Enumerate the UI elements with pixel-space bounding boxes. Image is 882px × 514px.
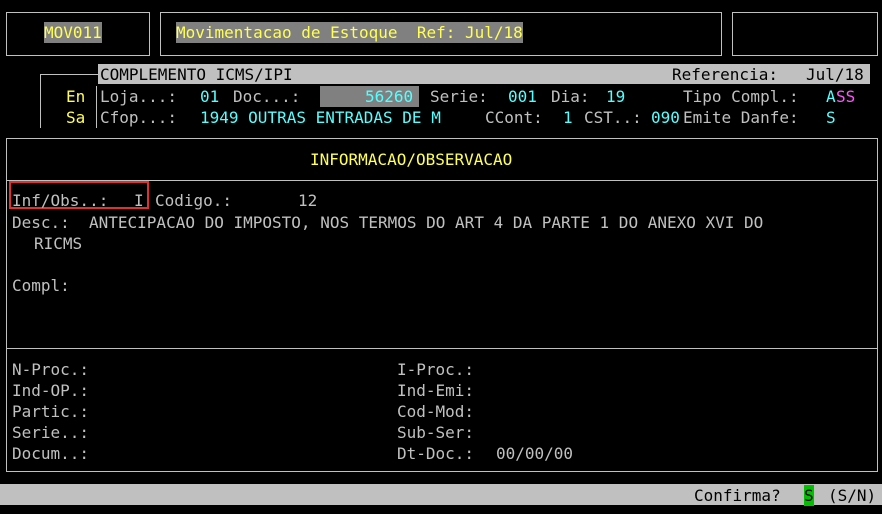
cfop-label: Cfop...: — [100, 108, 178, 127]
process-divider — [6, 348, 878, 349]
partic-label: Partic.: — [12, 402, 90, 421]
loja-label: Loja...: — [100, 87, 178, 106]
doc-value: 56260 — [365, 87, 414, 106]
infobs-label: Inf/Obs..: — [12, 191, 109, 210]
dtdoc-label: Dt-Doc.: — [397, 444, 475, 463]
dtdoc-field[interactable]: 00/00/00 — [496, 443, 573, 464]
header-empty-box — [732, 12, 878, 56]
indop-label: Ind-OP.: — [12, 381, 90, 400]
desc-line-2[interactable]: RICMS — [34, 233, 82, 254]
iproc-label: I-Proc.: — [397, 360, 475, 379]
confirm-options: (S/N) — [828, 486, 877, 505]
complement-title: COMPLEMENTO ICMS/IPI — [100, 65, 293, 84]
serie-label: Serie: — [430, 87, 488, 106]
codigo-field[interactable]: 12 — [298, 190, 317, 211]
ccont-field[interactable]: 1 — [563, 107, 573, 128]
doc-label: Doc...: — [233, 87, 301, 106]
ccont-label: CCont: — [485, 108, 543, 127]
sidebar-divider — [96, 86, 97, 128]
serie-proc-label: Serie..: — [12, 423, 90, 442]
confirm-field[interactable]: S — [804, 485, 814, 506]
loja-field[interactable]: 01 — [200, 86, 219, 107]
exit-option[interactable]: Sa — [66, 107, 85, 128]
desc-line-1[interactable]: ANTECIPACAO DO IMPOSTO, NOS TERMOS DO AR… — [89, 212, 763, 233]
cfop-field[interactable]: 1949 OUTRAS ENTRADAS DE M — [200, 107, 441, 128]
info-panel-title: INFORMACAO/OBSERVACAO — [310, 150, 513, 169]
tipo-compl-field-a[interactable]: A — [826, 86, 836, 107]
dia-field[interactable]: 19 — [606, 86, 625, 107]
nproc-label: N-Proc.: — [12, 360, 90, 379]
emite-danfe-field[interactable]: S — [826, 107, 836, 128]
docum-label: Docum..: — [12, 444, 90, 463]
compl-label: Compl: — [12, 276, 70, 295]
desc-label: Desc.: — [12, 213, 70, 232]
reference-label: Referencia: — [672, 65, 778, 84]
dia-label: Dia: — [551, 87, 590, 106]
cst-field[interactable]: 090 — [651, 107, 680, 128]
window-title: Movimentacao de Estoque Ref: Jul/18 — [176, 22, 523, 43]
complement-left-border — [40, 74, 41, 128]
tipo-compl-field-rest[interactable]: SS — [836, 86, 855, 107]
entry-option[interactable]: En — [66, 86, 85, 107]
codigo-label: Codigo.: — [155, 191, 233, 210]
program-code: MOV011 — [44, 22, 102, 43]
confirm-label: Confirma? — [694, 486, 781, 505]
cst-label: CST..: — [584, 108, 642, 127]
emite-danfe-label: Emite Danfe: — [683, 108, 799, 127]
indemi-label: Ind-Emi: — [397, 381, 475, 400]
serie-field[interactable]: 001 — [508, 86, 537, 107]
infobs-field[interactable]: I — [134, 190, 144, 211]
codmod-label: Cod-Mod: — [397, 402, 475, 421]
reference-value: Jul/18 — [806, 65, 864, 84]
subser-label: Sub-Ser: — [397, 423, 475, 442]
tipo-compl-label: Tipo Compl.: — [683, 87, 799, 106]
complement-top-border — [40, 74, 98, 75]
